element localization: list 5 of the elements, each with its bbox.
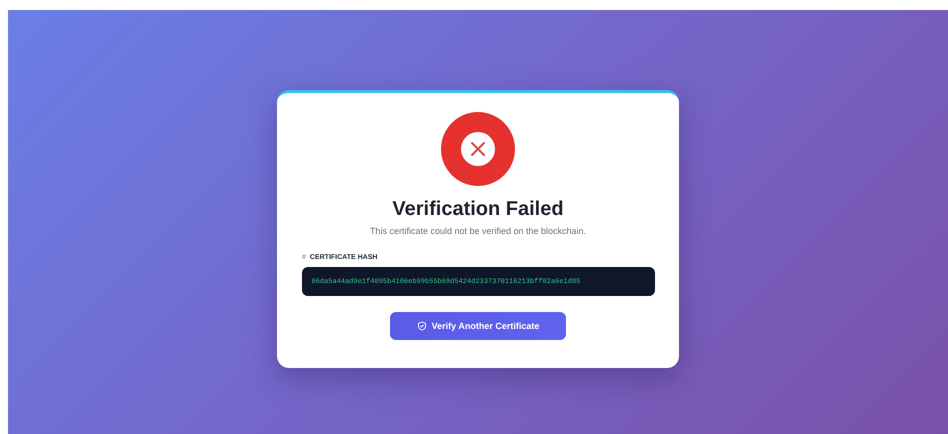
- shield-icon: [416, 321, 427, 331]
- result-message: This certificate could not be verified on the blockchain.: [370, 226, 586, 236]
- error-icon: [441, 112, 515, 186]
- verify-another-button[interactable]: Verify Another Certificate: [390, 312, 566, 340]
- result-title: Verification Failed: [392, 198, 564, 221]
